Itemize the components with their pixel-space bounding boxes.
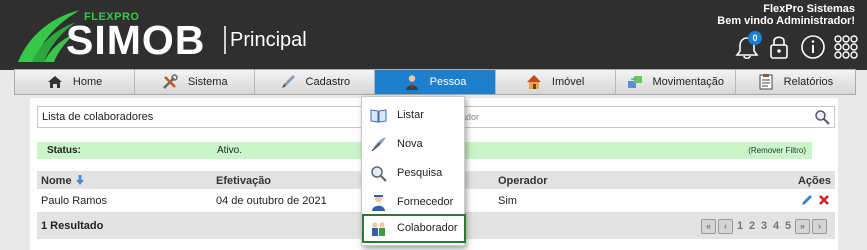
nav-item-cadastro[interactable]: Cadastro	[255, 70, 376, 94]
list-title: Lista de colaboradores	[42, 111, 154, 123]
column-header-efetivacao[interactable]: Efetivação	[216, 175, 271, 187]
nav-item-relatorios[interactable]: Relatórios	[736, 70, 855, 94]
delete-x-icon[interactable]	[818, 194, 830, 206]
menu-item-nova[interactable]: Nova	[362, 130, 466, 159]
nav-label-sistema: Sistema	[187, 76, 228, 88]
house-icon	[526, 75, 541, 89]
main-nav: Home Sistema Cadastro Pessoa Imóvel Movi…	[14, 69, 856, 95]
nav-item-movimentacao[interactable]: Movimentação	[616, 70, 736, 94]
team-icon	[372, 222, 385, 236]
nav-label-relatorios: Relatórios	[783, 76, 834, 88]
company-info: FlexPro Sistemas Bem vindo Administrador…	[717, 3, 855, 27]
column-header-acoes: Ações	[797, 175, 831, 187]
page-5[interactable]: 5	[783, 220, 793, 232]
pagination: « ‹ 1 2 3 4 5 » ›	[701, 218, 827, 234]
cell-operador: Sim	[498, 195, 517, 207]
nav-label-cadastro: Cadastro	[305, 76, 351, 88]
menu-item-listar[interactable]: Listar	[362, 101, 466, 130]
nav-label-movimentacao: Movimentação	[652, 76, 725, 88]
nav-item-pessoa[interactable]: Pessoa	[375, 70, 496, 94]
nav-item-imovel[interactable]: Imóvel	[496, 70, 616, 94]
edit-pencil-icon[interactable]	[801, 194, 813, 206]
cell-nome: Paulo Ramos	[41, 195, 108, 207]
menu-item-colaborador[interactable]: Colaborador	[362, 214, 466, 243]
report-icon	[759, 74, 773, 90]
tools-icon	[162, 74, 178, 89]
search-icon[interactable]	[814, 109, 830, 125]
status-value: Ativo.	[217, 145, 243, 156]
prev-page-icon[interactable]: ‹	[718, 218, 733, 234]
nav-label-pessoa: Pessoa	[429, 76, 467, 88]
status-label: Status:	[47, 145, 81, 156]
transfer-icon	[627, 76, 642, 88]
page-2[interactable]: 2	[747, 220, 757, 232]
search-input[interactable]	[458, 108, 798, 126]
brand-logo[interactable]: FLEXPRO SIMOB Principal	[14, 6, 334, 64]
person-icon	[405, 75, 418, 90]
nav-label-imovel: Imóvel	[551, 76, 585, 88]
apps-grid-icon[interactable]	[833, 34, 859, 60]
result-count: 1 Resultado	[41, 220, 104, 232]
pen-icon	[281, 75, 295, 88]
remove-filter-link[interactable]: (Remover Filtro)	[748, 146, 806, 155]
header-icons: 0	[734, 31, 859, 60]
bell-icon[interactable]: 0	[734, 31, 762, 60]
next-page-icon[interactable]: »	[795, 218, 810, 234]
app-header: FLEXPRO SIMOB Principal FlexPro Sistemas…	[0, 0, 867, 70]
cell-efetivacao: 04 de outubro de 2021	[216, 195, 327, 207]
pessoa-dropdown-menu: Listar Nova Pesquisa Fornecedor Colabora…	[361, 96, 466, 246]
menu-item-fornecedor[interactable]: Fornecedor	[362, 188, 466, 217]
brand-separator	[224, 26, 226, 54]
welcome-text: Bem vindo Administrador!	[717, 15, 855, 27]
home-icon	[47, 76, 62, 88]
nav-item-sistema[interactable]: Sistema	[135, 70, 256, 94]
column-header-operador[interactable]: Operador	[498, 175, 548, 187]
info-icon[interactable]	[800, 34, 826, 60]
company-name: FlexPro Sistemas	[763, 3, 855, 15]
book-icon	[370, 109, 387, 123]
brand-name: SIMOB	[66, 17, 206, 63]
page-3[interactable]: 3	[759, 220, 769, 232]
notification-badge: 0	[748, 31, 762, 45]
nav-label-home: Home	[72, 76, 103, 88]
magnifier-icon	[371, 166, 387, 182]
lock-icon[interactable]	[766, 34, 792, 60]
sort-down-icon	[75, 175, 84, 185]
first-page-icon[interactable]: «	[701, 218, 716, 234]
menu-item-pesquisa[interactable]: Pesquisa	[362, 159, 466, 188]
column-header-nome[interactable]: Nome	[41, 175, 85, 187]
supplier-icon	[372, 195, 385, 211]
feather-icon	[371, 137, 386, 152]
page-title: Principal	[230, 29, 307, 51]
page-1[interactable]: 1	[735, 220, 745, 232]
last-page-icon[interactable]: ›	[812, 218, 827, 234]
nav-item-home[interactable]: Home	[15, 70, 136, 94]
page-4[interactable]: 4	[771, 220, 781, 232]
